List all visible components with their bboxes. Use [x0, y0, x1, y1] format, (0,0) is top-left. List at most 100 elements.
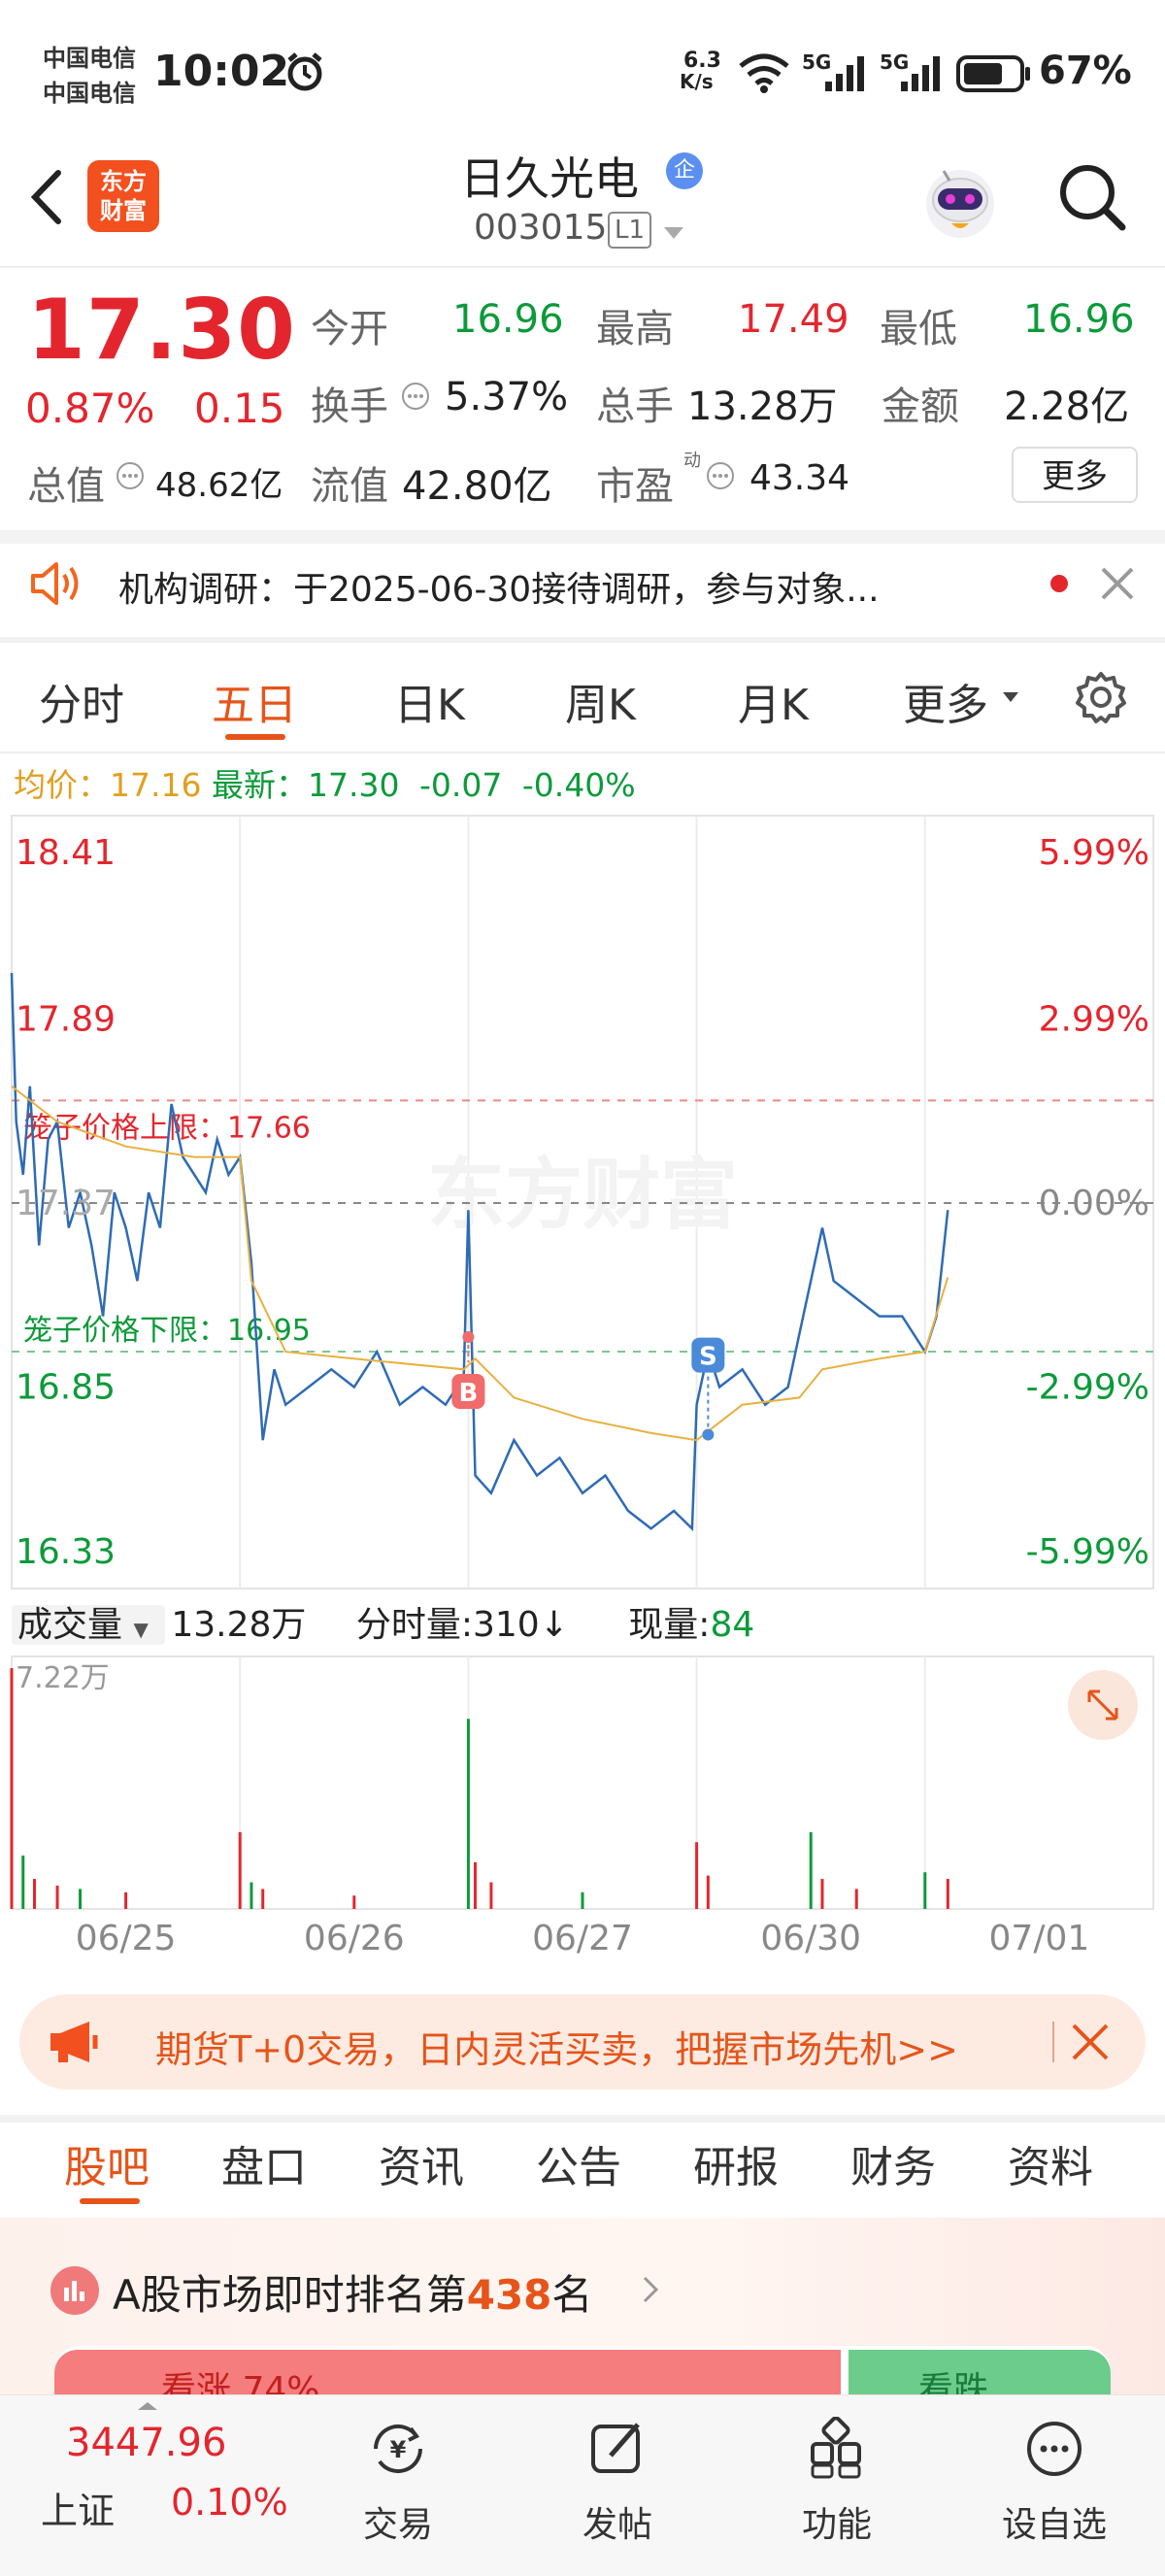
megaphone-icon	[47, 2018, 103, 2070]
tab-intraday[interactable]: 分时	[39, 670, 124, 732]
robot-assistant-icon[interactable]	[916, 155, 1004, 243]
app-logo[interactable]: 东方 财富	[87, 160, 159, 232]
current-volume-label: 现量:	[628, 1605, 711, 1645]
volume-header: 成交量 ▼ 13.28万 分时量:310↓ 现量:84	[12, 1596, 754, 1645]
open-value: 16.96	[452, 297, 564, 342]
tab-research[interactable]: 研报	[693, 2132, 779, 2194]
current-price: 17.30	[27, 282, 297, 379]
tab-profile[interactable]: 资料	[1008, 2132, 1093, 2194]
tab-daily-k[interactable]: 日K	[394, 670, 465, 732]
gear-icon[interactable]	[1074, 670, 1128, 728]
ranking-text: A股市场即时排名第438名	[113, 2262, 592, 2322]
index-value: 3447.96	[66, 2421, 227, 2465]
amount-label: 金额	[882, 385, 959, 429]
price-chart[interactable]: 东方财富 笼子价格上限：17.66 笼子价格下限：16.95 18.41 17.89 16…	[0, 814, 1165, 1590]
search-icon[interactable]	[1054, 159, 1130, 235]
nav-add-watchlist-label: 设自选	[1001, 2505, 1107, 2545]
chevron-down-icon[interactable]	[662, 225, 685, 245]
up-arrow-icon	[136, 2397, 159, 2416]
info-icon[interactable]	[115, 460, 146, 495]
info-icon[interactable]	[705, 460, 736, 495]
latest-change: -0.07	[418, 766, 503, 804]
expand-icon[interactable]	[1068, 1670, 1138, 1740]
low-value: 16.96	[1023, 297, 1135, 342]
pe-value: 43.34	[749, 458, 850, 498]
interval-volume: 分时量:310	[355, 1605, 540, 1645]
close-icon[interactable]	[1099, 565, 1136, 606]
nav-post-label: 发帖	[582, 2505, 652, 2545]
section-separator	[0, 530, 1165, 544]
marker-label: B	[458, 1379, 478, 1408]
x-axis-day-label: 07/01	[988, 1919, 1090, 1958]
prev-close-label: 17.37	[16, 1184, 116, 1223]
lower-limit-label: 笼子价格下限：16.95	[23, 1314, 311, 1348]
logo-line-2: 财富	[100, 197, 147, 224]
mktcap-label: 总值	[27, 464, 105, 509]
index-ticker[interactable]: 3447.96 上证 0.10%	[0, 2395, 311, 2576]
marker-label: S	[699, 1343, 717, 1372]
back-button[interactable]	[21, 163, 72, 231]
updown-bar[interactable]: 看涨 74% 看跌	[54, 2346, 1111, 2396]
price-chart-svg[interactable]: 东方财富笼子价格上限：17.66笼子价格下限：16.9518.4117.8916…	[0, 814, 1165, 1590]
x-axis-day-label: 06/26	[303, 1919, 405, 1958]
tab-monthly-k[interactable]: 月K	[738, 670, 809, 732]
latest-change-pct: -0.40%	[521, 766, 636, 804]
dropdown-arrow-icon	[1002, 689, 1019, 708]
header-divider	[0, 266, 1165, 268]
price-line	[10, 973, 949, 1532]
more-button[interactable]: 更多	[1012, 447, 1138, 503]
tab-guba[interactable]: 股吧	[64, 2132, 150, 2194]
x-axis-day-label: 06/25	[75, 1919, 177, 1958]
signal-icon-1	[823, 54, 868, 97]
info-icon[interactable]	[400, 381, 431, 416]
x-axis-day-label: 06/30	[760, 1919, 862, 1958]
notice-text[interactable]: 机构调研：于2025-06-30接待调研，参与对象...	[118, 561, 880, 612]
tab-five-day[interactable]: 五日	[212, 670, 297, 732]
marker-dot	[702, 1428, 715, 1441]
bullish-text: 看涨	[161, 2370, 232, 2396]
speed-bottom: K/s	[680, 70, 714, 93]
avg-label: 均价：	[14, 766, 110, 804]
carrier-1: 中国电信	[43, 45, 136, 72]
ranking-card[interactable]: A股市场即时排名第438名 看涨 74% 看跌	[0, 2218, 1165, 2396]
volume-chart-svg[interactable]: 7.22万	[0, 1651, 1165, 1926]
tab-finance[interactable]: 财务	[850, 2132, 936, 2194]
change-percent: 0.87%	[25, 385, 155, 432]
tabs-divider	[0, 752, 1165, 753]
high-value: 17.49	[738, 297, 849, 342]
active-tab-indicator	[225, 734, 285, 740]
ad-text: 期货T+0交易，日内灵活买卖，把握市场先机>>	[155, 2028, 958, 2071]
price-summary: 均价：17.16 最新：17.30 -0.07 -0.40%	[14, 759, 636, 806]
change-amount: 0.15	[194, 385, 285, 432]
section-separator	[0, 2115, 1165, 2123]
turnover-label: 换手	[311, 385, 388, 429]
grid-icon	[779, 2416, 895, 2483]
marker-dot	[462, 1330, 475, 1343]
nav-post[interactable]: 发帖	[559, 2395, 676, 2576]
x-axis-day-label: 06/27	[532, 1919, 633, 1958]
volume-chart[interactable]: 7.22万	[0, 1651, 1165, 1926]
tab-weekly-k[interactable]: 周K	[565, 670, 636, 732]
tab-announcements[interactable]: 公告	[536, 2132, 621, 2194]
ranking-prefix: A股市场即时排名第	[113, 2271, 467, 2319]
nav-features[interactable]: 功能	[779, 2395, 895, 2576]
ranking-number: 438	[466, 2271, 552, 2319]
float-value: 42.80亿	[402, 464, 552, 509]
ad-divider	[1052, 2022, 1054, 2062]
edit-icon	[559, 2417, 676, 2483]
tab-more[interactable]: 更多	[903, 670, 988, 732]
current-volume-value: 84	[710, 1605, 755, 1645]
nav-trade[interactable]: ¥ 交易	[340, 2395, 456, 2576]
stock-name: 日久光电	[460, 152, 639, 205]
volume-selector[interactable]: 成交量 ▼	[12, 1605, 166, 1645]
tab-news[interactable]: 资讯	[379, 2132, 464, 2194]
close-icon[interactable]	[1070, 2022, 1111, 2066]
tab-pankou[interactable]: 盘口	[221, 2132, 307, 2194]
y-axis-pct-label: 0.00%	[1039, 1184, 1149, 1223]
level-badge[interactable]: L1	[608, 212, 652, 249]
nav-add-watchlist[interactable]: 设自选	[986, 2395, 1122, 2576]
turnover-value: 5.37%	[445, 375, 569, 419]
bullish-percent: 74%	[242, 2370, 320, 2396]
bearish-label: 看跌	[918, 2370, 989, 2396]
futures-ad-banner[interactable]: 期货T+0交易，日内灵活买卖，把握市场先机>>	[19, 1994, 1146, 2090]
